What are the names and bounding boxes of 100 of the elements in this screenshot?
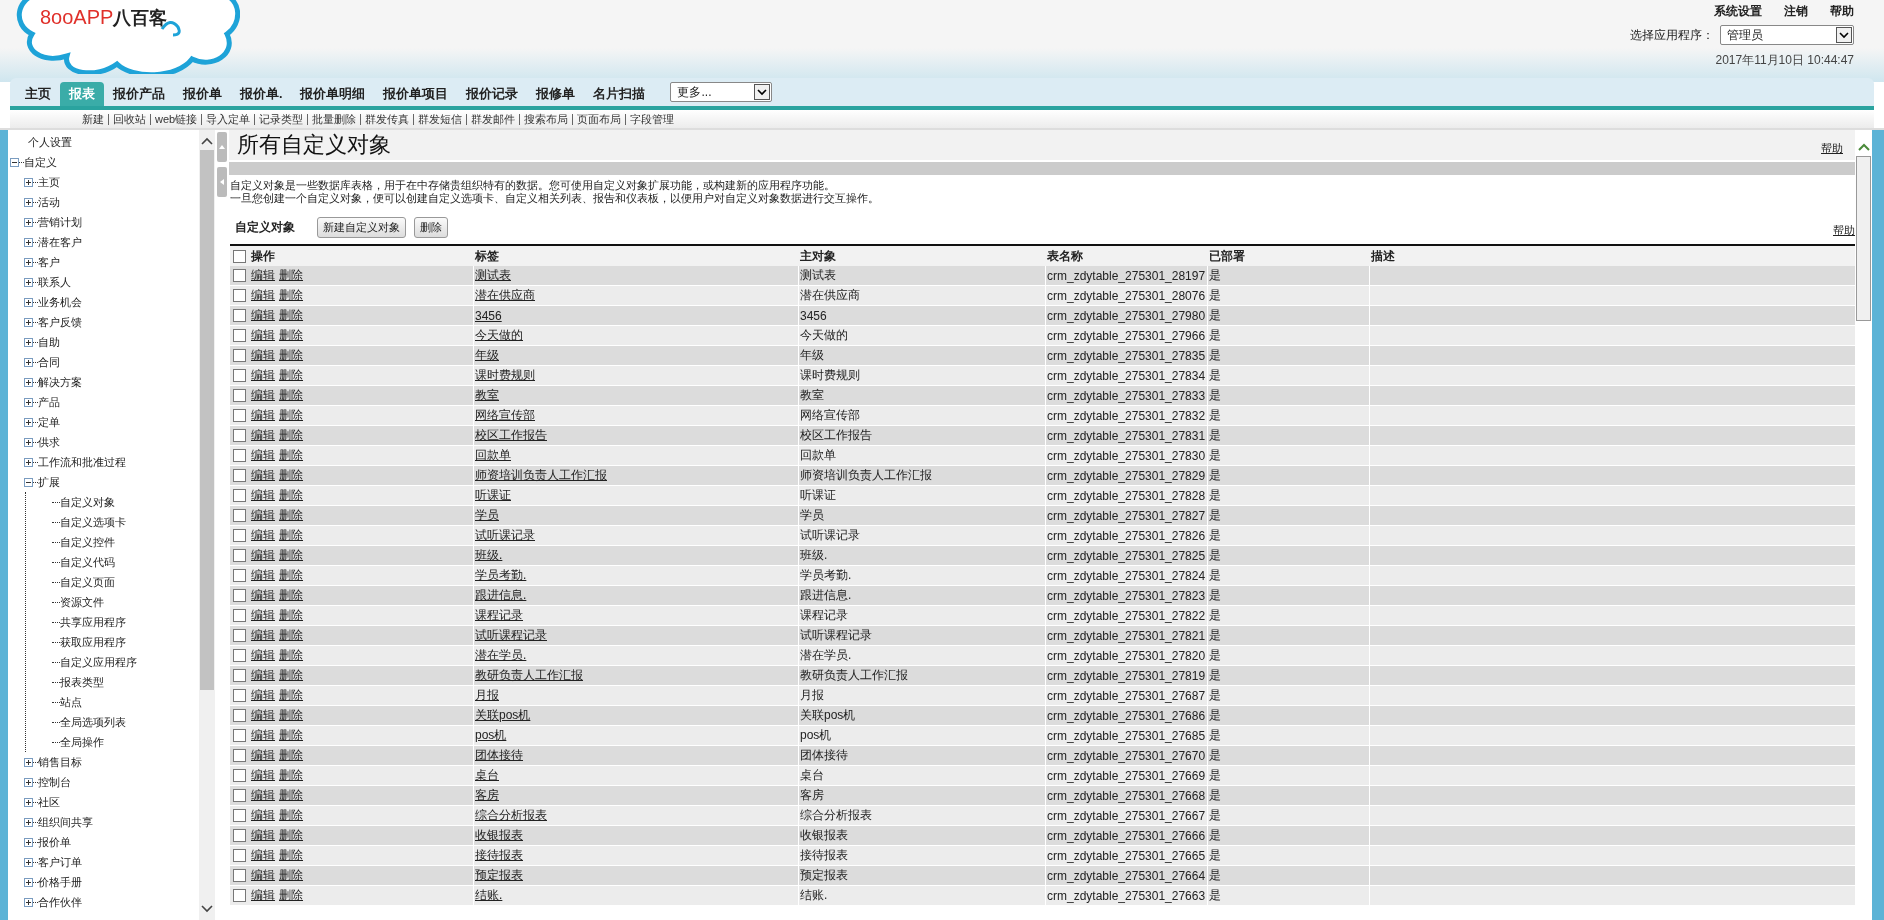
tree-item[interactable]: 自助 [38,334,60,350]
row-checkbox[interactable] [233,769,246,782]
nav-tab[interactable]: 报价产品 [104,82,174,106]
action-link[interactable]: 编辑 [251,347,275,364]
label-link[interactable]: 试听课记录 [475,528,535,542]
label-link[interactable]: 客房 [475,788,499,802]
row-checkbox[interactable] [233,469,246,482]
scroll-up-icon[interactable] [1856,142,1871,152]
expand-icon[interactable] [24,777,33,787]
action-link[interactable]: 编辑 [251,727,275,744]
scrollbar[interactable] [199,130,215,920]
label-link[interactable]: 潜在供应商 [475,288,535,302]
expand-icon[interactable] [24,457,33,467]
label-link[interactable]: 综合分析报表 [475,808,547,822]
tree-item[interactable]: 自定义控件 [60,534,115,550]
label-link[interactable]: 学员考勤. [475,568,527,582]
row-checkbox[interactable] [233,629,246,642]
tree-item[interactable]: 自定义代码 [60,554,115,570]
row-checkbox[interactable] [233,569,246,582]
tree-item[interactable]: 产品 [38,394,60,410]
row-checkbox[interactable] [233,549,246,562]
action-link[interactable]: 编辑 [251,547,275,564]
subnav-link[interactable]: 搜索布局 [519,113,573,125]
label-link[interactable]: 关联pos机 [475,708,531,722]
action-link[interactable]: 编辑 [251,807,275,824]
expand-icon[interactable] [24,877,33,887]
action-link[interactable]: 编辑 [251,407,275,424]
action-link[interactable]: 删除 [279,667,303,684]
tree-item[interactable]: 站点 [60,694,82,710]
tree-item[interactable]: 主页 [38,174,60,190]
tree-item[interactable]: 价格手册 [38,874,82,890]
row-checkbox[interactable] [233,849,246,862]
action-link[interactable]: 编辑 [251,467,275,484]
label-link[interactable]: 试听课程记录 [475,628,547,642]
tree-item[interactable]: 客户反馈 [38,314,82,330]
label-link[interactable]: 预定报表 [475,868,523,882]
action-link[interactable]: 删除 [279,647,303,664]
row-checkbox[interactable] [233,869,246,882]
action-link[interactable]: 编辑 [251,387,275,404]
action-link[interactable]: 删除 [279,807,303,824]
action-link[interactable]: 删除 [279,867,303,884]
subnav-link[interactable]: 新建 [78,113,108,125]
subnav-link[interactable]: web链接 [150,113,202,125]
label-link[interactable]: 团体接待 [475,748,523,762]
row-checkbox[interactable] [233,509,246,522]
action-link[interactable]: 编辑 [251,327,275,344]
subnav-link[interactable]: 群发邮件 [466,113,520,125]
label-link[interactable]: 听课证 [475,488,511,502]
action-link[interactable]: 编辑 [251,887,275,904]
action-button[interactable]: 新建自定义对象 [317,217,406,238]
action-link[interactable]: 编辑 [251,447,275,464]
nav-tab[interactable]: 主页 [16,82,60,106]
subnav-link[interactable]: 回收站 [108,113,150,125]
row-checkbox[interactable] [233,709,246,722]
nav-tab[interactable]: 报价单明细 [291,82,375,106]
label-link[interactable]: 学员 [475,508,499,522]
expand-icon[interactable] [24,177,33,187]
action-link[interactable]: 删除 [279,747,303,764]
action-link[interactable]: 删除 [279,467,303,484]
label-link[interactable]: 接待报表 [475,848,523,862]
expand-icon[interactable] [24,837,33,847]
action-link[interactable]: 删除 [279,627,303,644]
action-link[interactable]: 编辑 [251,527,275,544]
row-checkbox[interactable] [233,489,246,502]
label-link[interactable]: 年级 [475,348,499,362]
action-link[interactable]: 删除 [279,707,303,724]
label-link[interactable]: 教室 [475,388,499,402]
action-link[interactable]: 编辑 [251,487,275,504]
help-link[interactable]: 帮助 [1821,141,1843,156]
label-link[interactable]: 今天做的 [475,328,523,342]
action-link[interactable]: 删除 [279,367,303,384]
action-link[interactable]: 删除 [279,827,303,844]
row-checkbox[interactable] [233,389,246,402]
tree-item[interactable]: 控制台 [38,774,71,790]
scroll-thumb[interactable] [1856,156,1871,321]
expand-icon[interactable] [24,237,33,247]
row-checkbox[interactable] [233,409,246,422]
action-link[interactable]: 编辑 [251,787,275,804]
row-checkbox[interactable] [233,449,246,462]
label-link[interactable]: 3456 [475,308,502,323]
row-checkbox[interactable] [233,329,246,342]
row-checkbox[interactable] [233,789,246,802]
label-link[interactable]: 测试表 [475,268,511,282]
tree-item[interactable]: 资源文件 [60,594,104,610]
action-link[interactable]: 删除 [279,687,303,704]
tree-item[interactable]: 业务机会 [38,294,82,310]
expand-icon[interactable] [24,377,33,387]
action-link[interactable]: 删除 [279,427,303,444]
action-link[interactable]: 编辑 [251,827,275,844]
tree-item[interactable]: 客户 [38,254,60,270]
tree-item[interactable]: 全局操作 [60,734,104,750]
action-link[interactable]: 删除 [279,607,303,624]
action-link[interactable]: 编辑 [251,567,275,584]
action-link[interactable]: 删除 [279,587,303,604]
action-link[interactable]: 删除 [279,267,303,284]
label-link[interactable]: 收银报表 [475,828,523,842]
tree-item[interactable]: 定单 [38,414,60,430]
expand-icon[interactable] [24,897,33,907]
tree-item[interactable]: 自定义 [24,154,57,170]
row-checkbox[interactable] [233,609,246,622]
